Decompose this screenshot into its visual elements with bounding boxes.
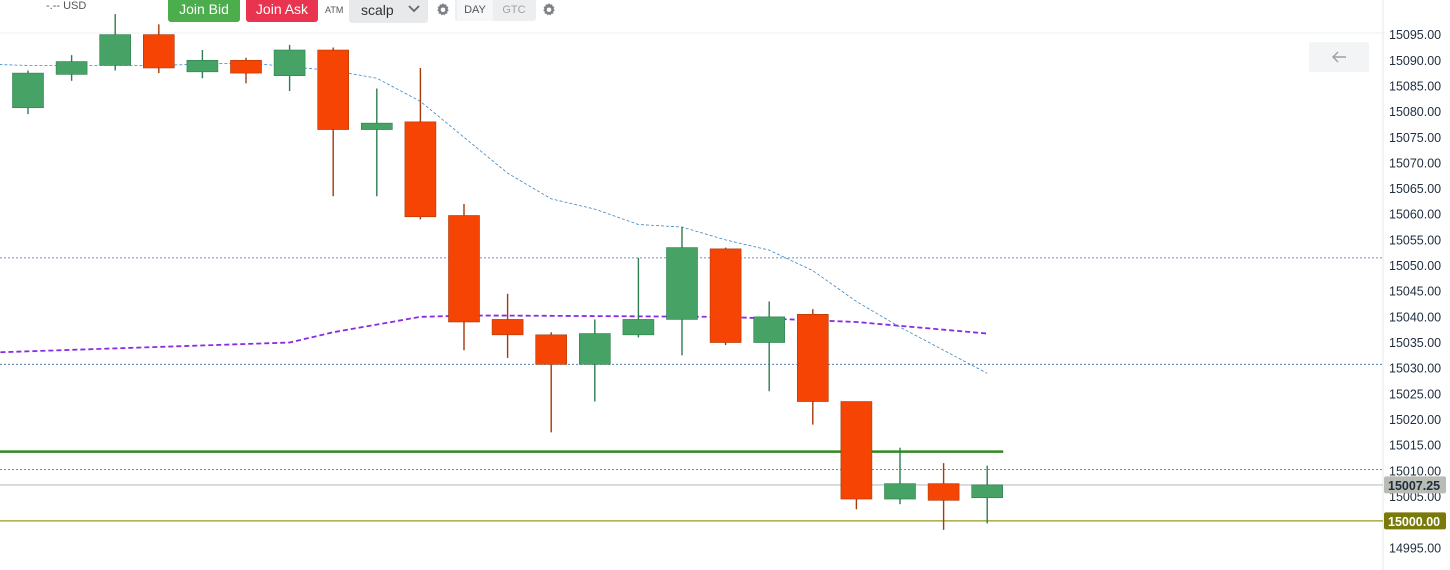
candle[interactable] xyxy=(971,465,1004,524)
candle-body xyxy=(927,483,960,501)
y-tick-label: 15060.00 xyxy=(1389,208,1441,222)
candle[interactable] xyxy=(12,70,44,115)
y-tick-label: 15085.00 xyxy=(1389,79,1441,93)
candle-body xyxy=(796,313,829,402)
candle-body xyxy=(360,122,393,130)
gear-icon[interactable] xyxy=(541,2,557,23)
price-badge-label: 15000.00 xyxy=(1388,515,1440,529)
candle[interactable] xyxy=(709,247,742,346)
y-tick-label: 15065.00 xyxy=(1389,182,1441,196)
y-tick-label: 15030.00 xyxy=(1389,362,1441,376)
candle-body xyxy=(317,49,350,130)
y-tick-label: 15080.00 xyxy=(1389,105,1441,119)
candle[interactable] xyxy=(317,47,350,197)
candle-body xyxy=(971,484,1004,499)
y-tick-label: 15090.00 xyxy=(1389,54,1441,68)
candle[interactable] xyxy=(578,319,611,402)
time-in-force-toggle: DAY GTC xyxy=(455,0,536,21)
candle[interactable] xyxy=(753,301,786,392)
y-tick-label: 15040.00 xyxy=(1389,310,1441,324)
y-tick-label: 14995.00 xyxy=(1389,541,1441,555)
candle[interactable] xyxy=(55,55,88,81)
y-tick-label: 15045.00 xyxy=(1389,285,1441,299)
tif-day-option[interactable]: DAY xyxy=(457,0,493,21)
candle[interactable] xyxy=(666,227,698,356)
candle-body xyxy=(535,334,568,365)
price-readout: -.-- USD xyxy=(46,0,87,12)
tif-gtc-option[interactable]: GTC xyxy=(495,0,533,21)
candle-body xyxy=(55,61,88,75)
gear-icon[interactable] xyxy=(435,2,451,23)
candle-body xyxy=(448,215,480,323)
candle[interactable] xyxy=(273,44,306,92)
candle-body xyxy=(404,121,437,218)
candle-body xyxy=(186,59,219,73)
candle[interactable] xyxy=(491,293,524,358)
candle[interactable] xyxy=(622,257,655,338)
candle-body xyxy=(273,49,306,76)
toolbar: -.-- USD Join Bid Join Ask ATM scalp DAY… xyxy=(0,0,1450,24)
price-badge-label: 15007.25 xyxy=(1388,479,1440,493)
candle[interactable] xyxy=(360,88,393,197)
candle-body xyxy=(230,59,262,74)
y-tick-label: 15015.00 xyxy=(1389,439,1441,453)
candle-body xyxy=(666,247,698,320)
candle[interactable] xyxy=(143,24,175,74)
candle[interactable] xyxy=(404,67,437,220)
candle-body xyxy=(709,248,742,343)
join-bid-button[interactable]: Join Bid xyxy=(168,0,240,22)
candle[interactable] xyxy=(186,50,219,79)
y-tick-label: 15075.00 xyxy=(1389,131,1441,145)
scroll-to-latest-button[interactable] xyxy=(1309,42,1369,72)
candle[interactable] xyxy=(927,463,960,530)
chevron-down-icon xyxy=(407,2,421,21)
y-tick-label: 15020.00 xyxy=(1389,413,1441,427)
candle[interactable] xyxy=(840,401,873,510)
candle-body xyxy=(578,333,611,365)
candle-body xyxy=(12,72,44,109)
y-tick-label: 15070.00 xyxy=(1389,156,1441,170)
arrow-left-icon xyxy=(1332,51,1346,63)
y-tick-label: 15010.00 xyxy=(1389,464,1441,478)
join-ask-button[interactable]: Join Ask xyxy=(246,0,318,22)
y-tick-label: 15025.00 xyxy=(1389,387,1441,401)
y-tick-label: 15035.00 xyxy=(1389,336,1441,350)
y-axis: 15095.00 15090.00 15085.00 15080.00 15075.00… xyxy=(1389,28,1441,555)
atm-label: ATM xyxy=(325,5,344,15)
strategy-select[interactable]: scalp xyxy=(349,0,428,23)
candle[interactable] xyxy=(448,203,480,351)
candle[interactable] xyxy=(535,332,568,433)
candle[interactable] xyxy=(230,57,262,84)
candle-body xyxy=(143,34,175,69)
candle-body xyxy=(840,401,873,500)
y-tick-label: 15050.00 xyxy=(1389,259,1441,273)
y-tick-label: 15055.00 xyxy=(1389,233,1441,247)
price-chart[interactable]: 15095.00 15090.00 15085.00 15080.00 15075.00… xyxy=(0,0,1450,570)
y-tick-label: 15095.00 xyxy=(1389,28,1441,42)
candle[interactable] xyxy=(796,309,829,425)
candle[interactable] xyxy=(884,447,916,505)
candle-body xyxy=(491,319,524,336)
candle-body xyxy=(884,483,916,500)
candle-body xyxy=(99,34,131,66)
strategy-value: scalp xyxy=(361,2,394,18)
candle-body xyxy=(622,319,655,336)
candle-body xyxy=(753,316,786,343)
